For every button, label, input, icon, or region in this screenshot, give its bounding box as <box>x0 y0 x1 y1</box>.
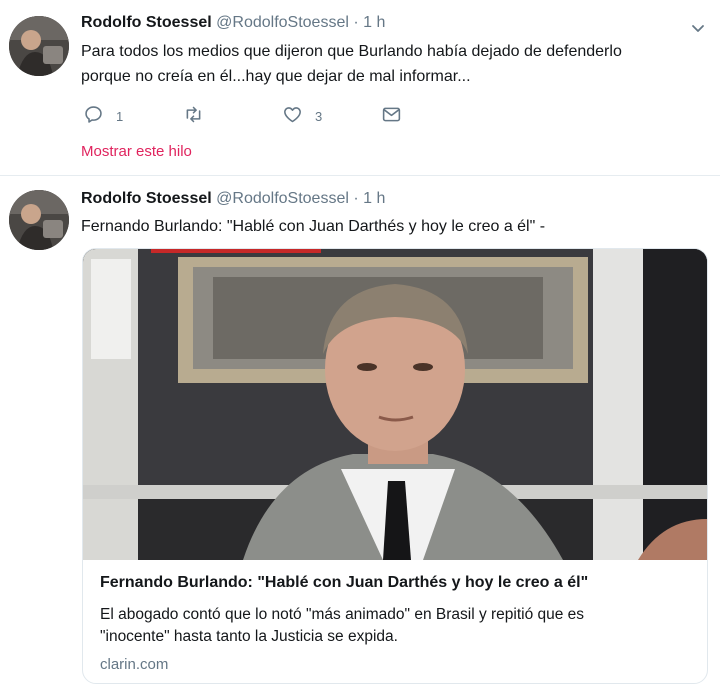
author-handle[interactable]: @RodolfoStoessel <box>216 14 349 31</box>
tweet-text: Para todos los medios que dijeron que Bu… <box>81 39 701 89</box>
reply-count: 1 <box>116 108 124 124</box>
show-thread-link[interactable]: Mostrar este hilo <box>81 143 192 160</box>
author-name[interactable]: Rodolfo Stoessel <box>81 190 212 207</box>
avatar[interactable] <box>9 16 69 76</box>
card-image[interactable] <box>83 249 707 560</box>
tweet-header: Rodolfo Stoessel @RodolfoStoessel · 1 h <box>81 14 385 32</box>
dm-button[interactable] <box>381 104 402 128</box>
like-button[interactable]: 3 <box>282 104 322 128</box>
link-card[interactable]: Fernando Burlando: "Hablé con Juan Darth… <box>82 248 708 684</box>
separator: · <box>353 190 359 207</box>
dm-icon <box>381 104 402 128</box>
retweet-icon <box>183 104 204 128</box>
card-description-line: "inocente" hasta tanto la Justicia se ex… <box>100 628 398 645</box>
reply-icon <box>83 104 104 128</box>
card-title[interactable]: Fernando Burlando: "Hablé con Juan Darth… <box>100 574 588 592</box>
author-name[interactable]: Rodolfo Stoessel <box>81 14 212 31</box>
tweet[interactable]: Rodolfo Stoessel @RodolfoStoessel · 1 h … <box>0 176 720 691</box>
card-description-line: El abogado contó que lo notó "más animad… <box>100 606 585 623</box>
like-icon <box>282 104 303 128</box>
retweet-button[interactable] <box>183 104 216 128</box>
tweet-header: Rodolfo Stoessel @RodolfoStoessel · 1 h <box>81 190 385 208</box>
chevron-down-icon[interactable] <box>690 20 706 36</box>
card-photo <box>83 249 707 560</box>
card-domain[interactable]: clarin.com <box>100 656 168 673</box>
reply-button[interactable]: 1 <box>83 104 123 128</box>
tweet-text-line: porque no creía en él...hay que dejar de… <box>81 68 471 85</box>
separator: · <box>353 14 359 31</box>
tweet[interactable]: Rodolfo Stoessel @RodolfoStoessel · 1 h … <box>0 0 720 176</box>
timestamp[interactable]: 1 h <box>363 14 385 31</box>
like-count: 3 <box>315 108 323 124</box>
card-description: El abogado contó que lo notó "más animad… <box>100 604 680 648</box>
author-handle[interactable]: @RodolfoStoessel <box>216 190 349 207</box>
tweet-actions: 1 3 <box>83 104 483 126</box>
tweet-text: Fernando Burlando: "Hablé con Juan Darth… <box>81 218 546 235</box>
tweet-text-line: Para todos los medios que dijeron que Bu… <box>81 43 622 60</box>
timestamp[interactable]: 1 h <box>363 190 385 207</box>
avatar[interactable] <box>9 190 69 250</box>
